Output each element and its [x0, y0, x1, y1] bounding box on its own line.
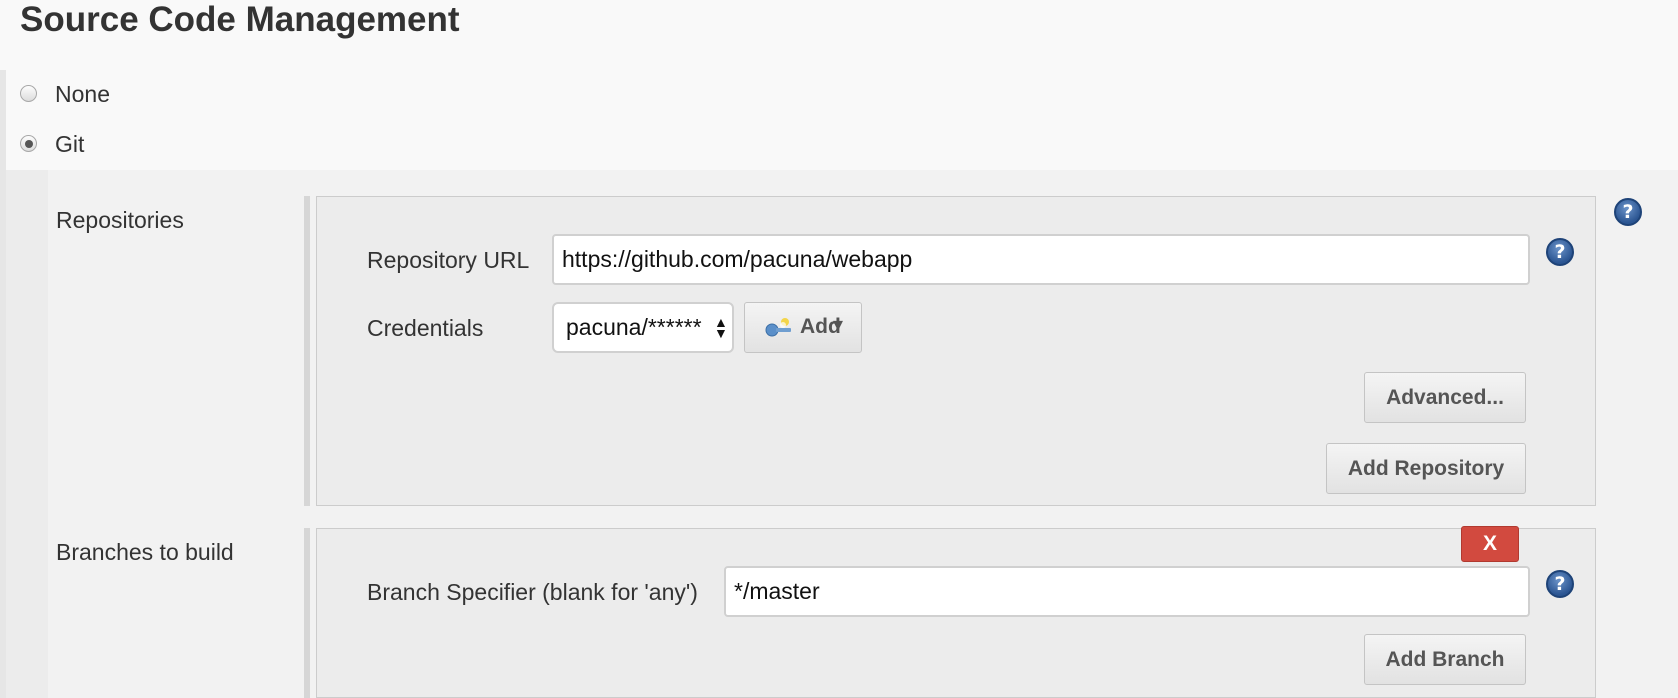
add-credentials-button[interactable]: Add ▾ — [744, 302, 862, 353]
branch-specifier-input[interactable]: */master — [724, 566, 1530, 617]
help-icon[interactable]: ? — [1614, 198, 1642, 226]
repository-url-label: Repository URL — [367, 247, 530, 273]
repositories-label: Repositories — [56, 207, 184, 233]
credentials-select[interactable]: pacuna/****** — [552, 302, 734, 353]
radio-git[interactable] — [20, 135, 37, 152]
radio-none[interactable] — [20, 85, 37, 102]
radio-none-label[interactable]: None — [55, 80, 110, 108]
repository-panel-stripe — [304, 196, 310, 506]
branch-panel-stripe — [304, 528, 310, 698]
add-branch-button[interactable]: Add Branch — [1364, 634, 1526, 685]
git-config-left-border — [6, 170, 48, 698]
delete-branch-button[interactable]: X — [1461, 526, 1519, 562]
credentials-selected-value: pacuna/****** — [566, 314, 702, 340]
credentials-label: Credentials — [367, 315, 484, 341]
select-arrows-icon: ▲ ▼ — [714, 314, 728, 341]
branch-specifier-label: Branch Specifier (blank for 'any') — [367, 579, 698, 605]
section-title: Source Code Management — [20, 0, 460, 39]
repository-url-input[interactable]: https://github.com/pacuna/webapp — [552, 234, 1530, 285]
radio-git-label[interactable]: Git — [55, 130, 84, 158]
advanced-button[interactable]: Advanced... — [1364, 372, 1526, 423]
chevron-down-icon: ▾ — [833, 314, 844, 336]
help-icon[interactable]: ? — [1546, 238, 1574, 266]
help-icon[interactable]: ? — [1546, 570, 1574, 598]
add-repository-button[interactable]: Add Repository — [1326, 443, 1526, 494]
key-icon — [765, 317, 793, 337]
branches-label: Branches to build — [56, 539, 234, 565]
